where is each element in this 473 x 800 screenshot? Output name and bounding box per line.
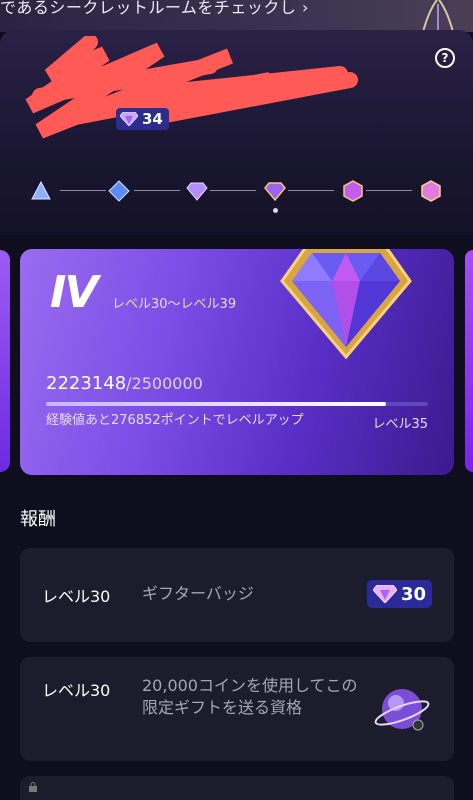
gem-icon bbox=[120, 112, 138, 126]
xp-current: 2223148 bbox=[46, 373, 127, 394]
tier-4-icon[interactable] bbox=[264, 180, 286, 202]
xp-remaining-hint: 経験値あと276852ポイントでレベルアップ bbox=[46, 413, 304, 428]
gifter-badge-preview: 30 bbox=[366, 580, 432, 608]
redacted-username bbox=[25, 36, 358, 139]
tier-card[interactable]: IV レベル30〜レベル39 2223148/2500000 経験値あと2768… bbox=[20, 249, 454, 475]
lock-icon bbox=[29, 782, 37, 792]
next-tier-card[interactable] bbox=[465, 250, 473, 472]
exclusive-gift-icon bbox=[374, 689, 430, 731]
reward-description: ギフターバッジ bbox=[142, 584, 254, 603]
reward-level: レベル30 bbox=[42, 681, 111, 700]
rewards-heading: 報酬 bbox=[20, 509, 56, 530]
promo-banner-text: であるシークレットルームをチェックし › bbox=[0, 0, 309, 17]
tier-progress-track bbox=[30, 180, 450, 204]
previous-tier-card[interactable] bbox=[0, 250, 10, 472]
tier-6-icon[interactable] bbox=[420, 180, 442, 202]
tier-5-icon[interactable] bbox=[342, 180, 364, 202]
tier-level-range: レベル30〜レベル39 bbox=[112, 297, 237, 312]
tier-2-icon[interactable] bbox=[108, 180, 130, 202]
tier-3-icon[interactable] bbox=[186, 180, 208, 202]
xp-progress-bar bbox=[46, 402, 428, 406]
reward-description: 20,000コインを使用してこの限定ギフトを送る資格 bbox=[142, 676, 358, 717]
reward-item[interactable]: レベル30 20,000コインを使用してこの限定ギフトを送る資格 bbox=[20, 657, 454, 761]
tier-roman-numeral: IV bbox=[50, 267, 98, 318]
gem-count-badge: 34 bbox=[116, 108, 169, 130]
reward-item-locked[interactable] bbox=[20, 776, 454, 800]
promo-banner[interactable]: であるシークレットルームをチェックし › bbox=[0, 0, 473, 32]
next-level-label: レベル35 bbox=[372, 417, 428, 432]
gem-icon bbox=[372, 585, 397, 603]
reward-level: レベル30 bbox=[42, 587, 111, 606]
tier-1-icon[interactable] bbox=[30, 180, 52, 202]
xp-readout: 2223148/2500000 bbox=[46, 373, 203, 394]
help-icon[interactable]: ? bbox=[435, 48, 455, 68]
decorative-ornament-icon bbox=[422, 0, 454, 32]
xp-progress-fill bbox=[46, 402, 386, 406]
gem-count: 34 bbox=[142, 110, 163, 128]
reward-item[interactable]: レベル30 ギフターバッジ 30 bbox=[20, 548, 454, 642]
xp-total: /2500000 bbox=[126, 374, 203, 393]
current-tier-indicator bbox=[273, 208, 278, 213]
tier-diamond-icon bbox=[280, 249, 412, 360]
gifter-badge-value: 30 bbox=[400, 583, 426, 605]
